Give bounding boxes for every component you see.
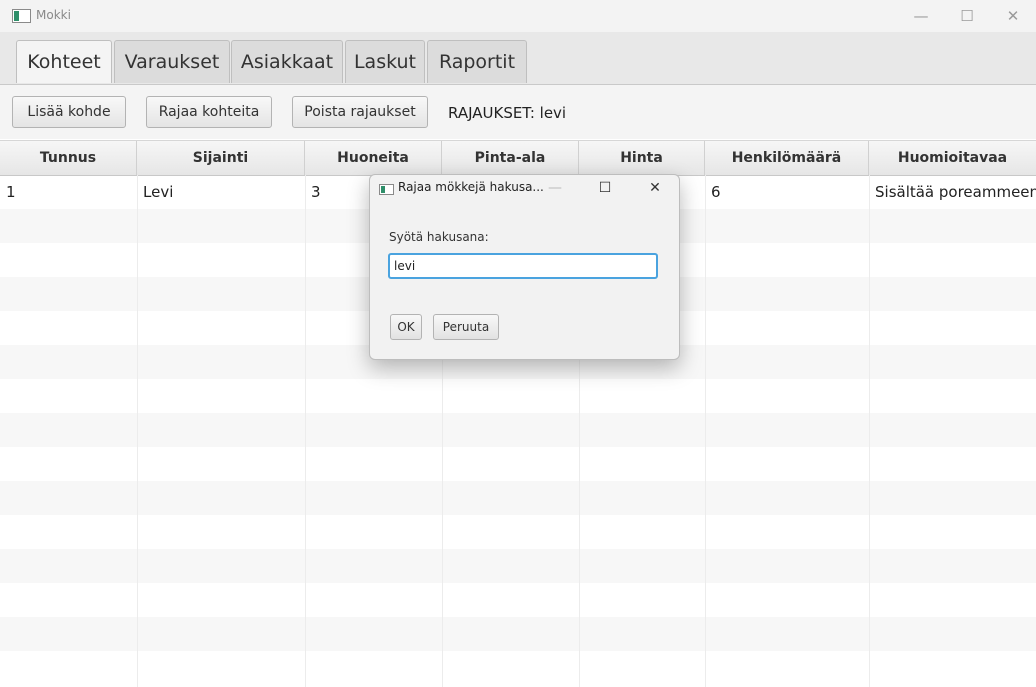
ok-button[interactable]: OK (390, 314, 422, 340)
cell-henkilomaara: 6 (711, 183, 721, 201)
column-divider (869, 175, 870, 687)
column-header-hinta[interactable]: Hinta (579, 141, 705, 175)
column-divider (705, 175, 706, 687)
column-divider (305, 175, 306, 687)
column-header-sijainti[interactable]: Sijainti (137, 141, 305, 175)
tab-kohteet[interactable]: Kohteet (16, 40, 112, 83)
cell-tunnus: 1 (6, 183, 16, 201)
search-input[interactable] (388, 253, 658, 279)
dialog-window-icon (379, 184, 394, 195)
tab-asiakkaat[interactable]: Asiakkaat (231, 40, 343, 83)
search-prompt-label: Syötä hakusana: (389, 230, 489, 244)
column-header-huoneita[interactable]: Huoneita (305, 141, 442, 175)
filter-objects-button[interactable]: Rajaa kohteita (146, 96, 272, 128)
dialog-minimize-button[interactable]: — (540, 175, 570, 201)
cell-huomioitavaa: Sisältää poreammeen (875, 183, 1036, 201)
minimize-button[interactable]: — (898, 0, 944, 32)
search-dialog: Rajaa mökkejä hakusa... — ☐ ✕ Syötä haku… (369, 174, 680, 360)
cancel-button[interactable]: Peruuta (433, 314, 499, 340)
dialog-maximize-button[interactable]: ☐ (590, 175, 620, 201)
app-window-icon (12, 9, 31, 23)
empty-table-row (0, 617, 1036, 651)
table-header: Tunnus Sijainti Huoneita Pinta-ala Hinta… (0, 140, 1036, 176)
dialog-close-button[interactable]: ✕ (640, 175, 670, 201)
column-header-huomioitavaa[interactable]: Huomioitavaa (869, 141, 1036, 175)
tab-bar: Kohteet Varaukset Asiakkaat Laskut Rapor… (0, 32, 1036, 85)
close-button[interactable]: ✕ (990, 0, 1036, 32)
column-header-tunnus[interactable]: Tunnus (0, 141, 137, 175)
empty-table-row (0, 481, 1036, 515)
column-header-henkilomaara[interactable]: Henkilömäärä (705, 141, 869, 175)
empty-table-row (0, 549, 1036, 583)
maximize-button[interactable]: ☐ (944, 0, 990, 32)
empty-table-row (0, 651, 1036, 685)
empty-table-row (0, 583, 1036, 617)
empty-table-row (0, 447, 1036, 481)
cell-sijainti: Levi (143, 183, 174, 201)
cell-huoneita: 3 (311, 183, 321, 201)
active-filters-label: RAJAUKSET: levi (448, 104, 567, 122)
empty-table-row (0, 515, 1036, 549)
tab-varaukset[interactable]: Varaukset (114, 40, 230, 83)
tab-laskut[interactable]: Laskut (345, 40, 425, 83)
column-divider (137, 175, 138, 687)
empty-table-row (0, 379, 1036, 413)
dialog-title: Rajaa mökkejä hakusa... (398, 180, 544, 194)
empty-table-row (0, 413, 1036, 447)
tab-raportit[interactable]: Raportit (427, 40, 527, 83)
window-title: Mokki (36, 8, 71, 22)
window-titlebar: Mokki — ☐ ✕ (0, 0, 1036, 33)
clear-filters-button[interactable]: Poista rajaukset (292, 96, 428, 128)
column-header-pinta-ala[interactable]: Pinta-ala (442, 141, 579, 175)
add-object-button[interactable]: Lisää kohde (12, 96, 126, 128)
